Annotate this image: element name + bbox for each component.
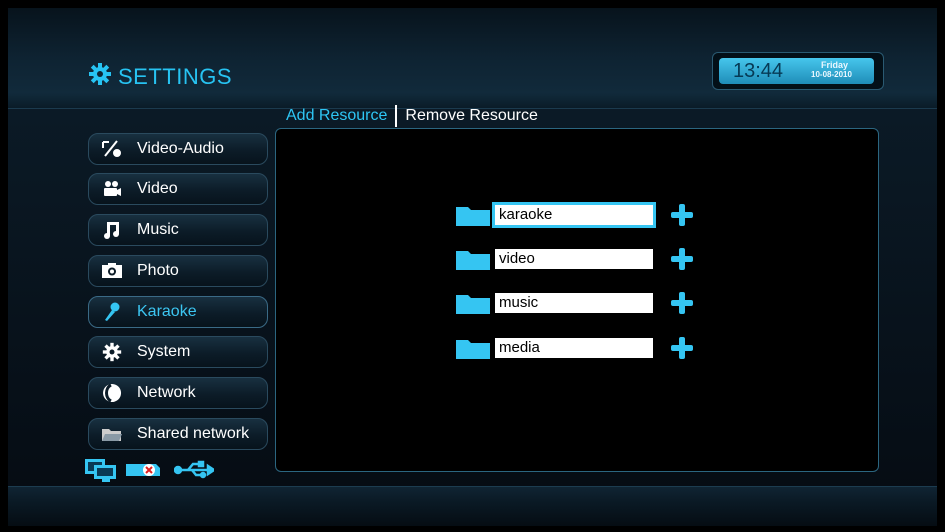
shared-folder-icon — [101, 423, 123, 445]
sidebar-item-label: Karaoke — [137, 303, 197, 320]
monitor-icon — [84, 458, 118, 487]
folder-icon — [456, 292, 490, 314]
sidebar-item-music[interactable]: Music — [88, 214, 268, 246]
clock-day: Friday — [821, 60, 849, 70]
resource-row: music — [456, 290, 693, 316]
music-note-icon — [101, 219, 123, 241]
settings-screen: SETTINGS 13:44 Friday 10-08-2010 Add Res… — [8, 8, 937, 526]
sidebar-item-label: System — [137, 343, 191, 360]
resource-tabs: Add Resource Remove Resource — [278, 103, 546, 129]
sidebar-item-label: Video — [137, 180, 178, 197]
sidebar-item-video[interactable]: Video — [88, 173, 268, 205]
bottom-bar — [8, 486, 937, 526]
gear-icon — [101, 341, 123, 363]
sidebar-item-video-audio[interactable]: Video-Audio — [88, 133, 268, 165]
resource-name-field[interactable]: video — [495, 249, 653, 269]
camera-icon — [101, 178, 123, 200]
add-resource-panel: karaoke video music media — [275, 128, 879, 472]
photo-camera-icon — [101, 260, 123, 282]
usb-icon — [173, 460, 217, 485]
folder-icon — [456, 204, 490, 226]
resource-name-field[interactable]: karaoke — [492, 202, 656, 228]
gear-icon — [88, 62, 112, 91]
sidebar-item-label: Photo — [137, 262, 179, 279]
resource-row: karaoke — [456, 202, 693, 228]
sidebar-item-system[interactable]: System — [88, 336, 268, 368]
sidebar-item-label: Video-Audio — [137, 140, 224, 157]
resource-name-field[interactable]: media — [495, 338, 653, 358]
video-audio-icon — [101, 138, 123, 160]
tab-remove-resource[interactable]: Remove Resource — [397, 107, 546, 125]
clock-date: 10-08-2010 — [811, 70, 852, 79]
add-icon[interactable] — [671, 292, 693, 314]
sidebar-item-network[interactable]: Network — [88, 377, 268, 409]
settings-title: SETTINGS — [88, 62, 232, 91]
clock-time: 13:44 — [733, 60, 784, 82]
microphone-icon — [101, 301, 123, 323]
sidebar-item-karaoke[interactable]: Karaoke — [88, 296, 268, 328]
tab-add-resource[interactable]: Add Resource — [278, 107, 395, 125]
resource-row: video — [456, 246, 693, 272]
network-icon — [101, 382, 123, 404]
folder-icon — [456, 337, 490, 359]
sidebar-item-label: Shared network — [137, 425, 250, 442]
status-icons — [84, 458, 217, 487]
resource-name-field[interactable]: music — [495, 293, 653, 313]
top-bar: SETTINGS 13:44 Friday 10-08-2010 — [8, 8, 937, 109]
sidebar-item-label: Network — [137, 384, 196, 401]
clock-widget: 13:44 Friday 10-08-2010 — [712, 52, 884, 90]
sd-card-icon — [124, 460, 168, 485]
sidebar-item-label: Music — [137, 221, 179, 238]
resource-row: media — [456, 335, 693, 361]
add-icon[interactable] — [671, 204, 693, 226]
add-icon[interactable] — [671, 337, 693, 359]
folder-icon — [456, 248, 490, 270]
add-icon[interactable] — [671, 248, 693, 270]
sidebar-item-shared-network[interactable]: Shared network — [88, 418, 268, 450]
sidebar-item-photo[interactable]: Photo — [88, 255, 268, 287]
page-title: SETTINGS — [118, 63, 233, 89]
